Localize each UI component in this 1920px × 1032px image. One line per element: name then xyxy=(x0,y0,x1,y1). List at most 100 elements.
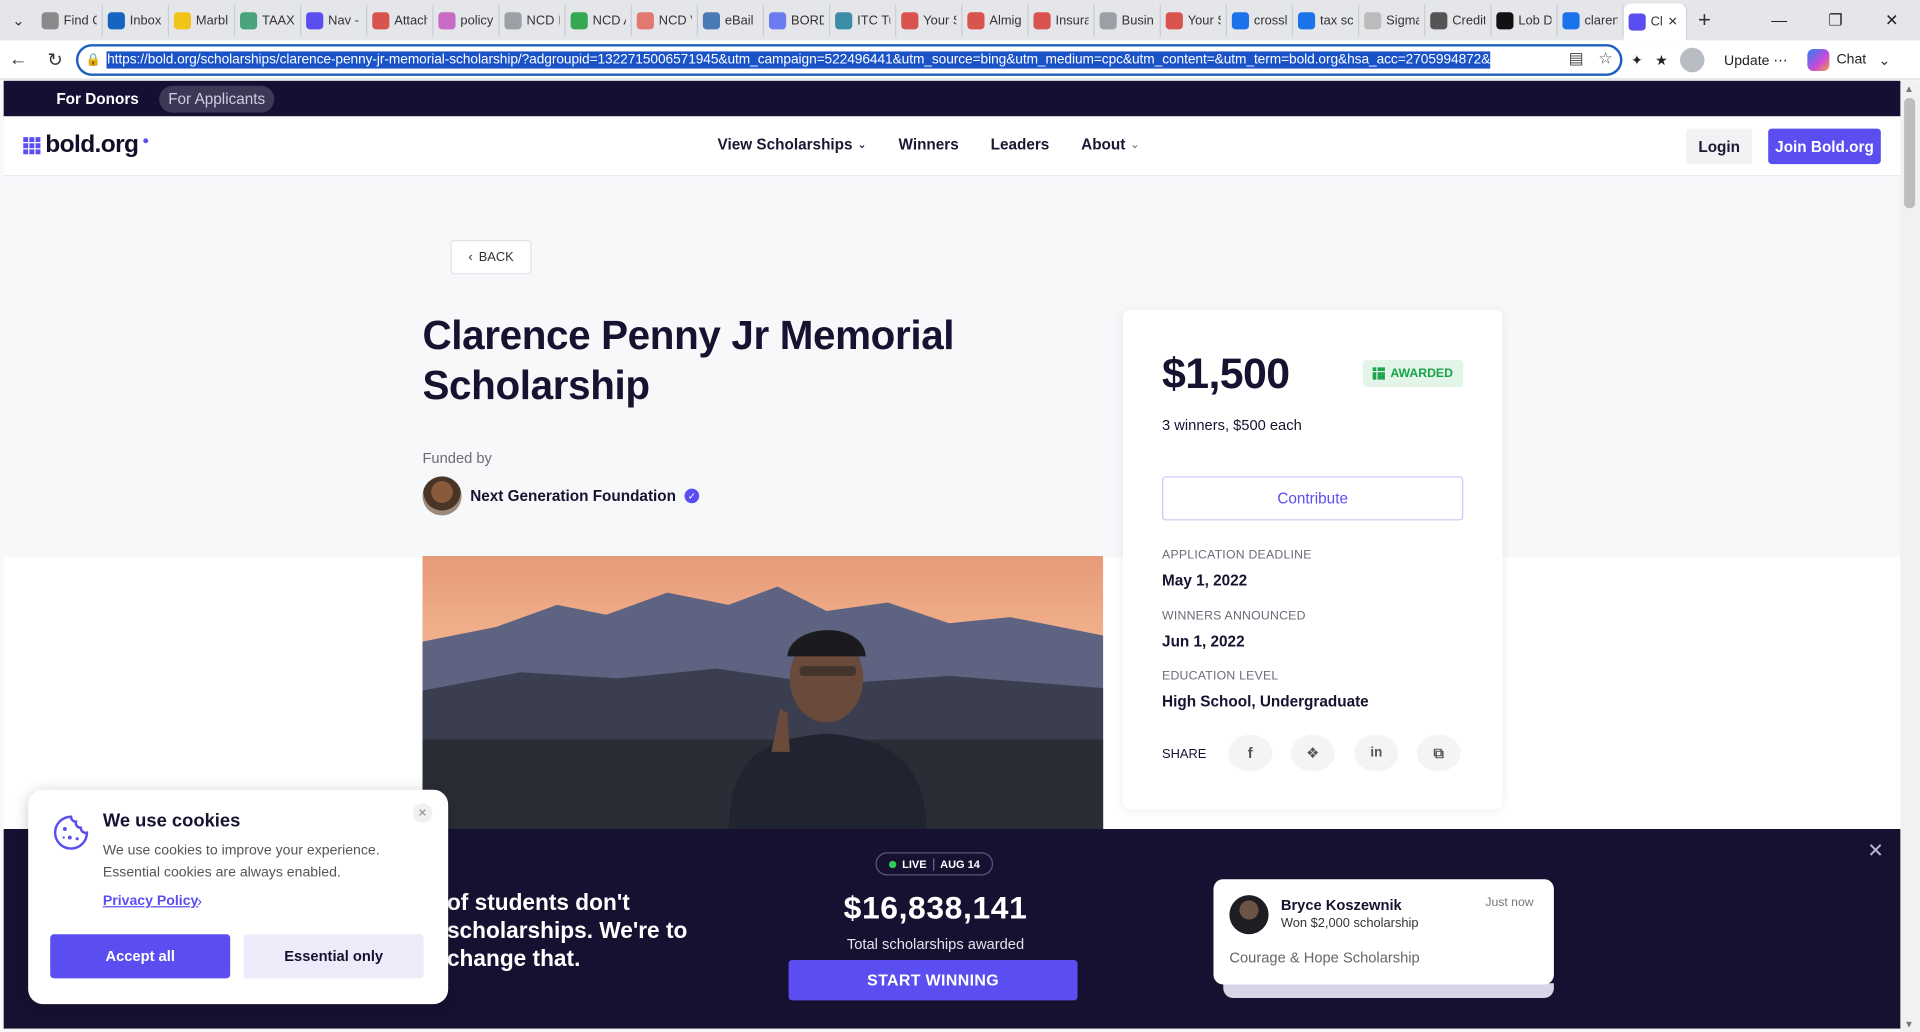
browser-tab[interactable]: NCD V xyxy=(632,4,698,37)
scroll-thumb[interactable] xyxy=(1904,97,1916,209)
scroll-down-arrow-icon[interactable]: ▼ xyxy=(1904,1019,1914,1030)
tab-favicon-icon xyxy=(901,11,919,29)
tab-favicon-icon xyxy=(306,11,324,29)
browser-tab[interactable]: Your S xyxy=(1161,4,1227,37)
winner-avatar xyxy=(1229,895,1269,935)
restore-icon[interactable]: ❐ xyxy=(1807,0,1863,40)
back-button[interactable]: ‹ BACK xyxy=(450,240,532,275)
browser-tab[interactable]: ITC Tu xyxy=(830,4,897,37)
browser-tab[interactable]: BORD xyxy=(764,4,831,37)
scroll-up-arrow-icon[interactable]: ▲ xyxy=(1904,83,1914,94)
extensions-icon[interactable]: ✦ xyxy=(1631,51,1643,69)
contribute-button[interactable]: Contribute xyxy=(1162,476,1464,521)
tab-label: NCD V xyxy=(658,12,692,28)
start-winning-button[interactable]: START WINNING xyxy=(788,960,1078,1001)
browser-tab[interactable]: Lob D xyxy=(1491,4,1558,37)
tab-list-chevron-icon[interactable]: ⌄ xyxy=(0,0,37,40)
url-actions: ▤ ☆ xyxy=(1569,49,1613,69)
copilot-chat-button[interactable]: Chat xyxy=(1807,48,1866,72)
browser-tab[interactable]: Inbox xyxy=(103,4,169,37)
browser-tab[interactable]: claren xyxy=(1558,4,1624,37)
login-button[interactable]: Login xyxy=(1686,128,1753,165)
tab-label: Cl xyxy=(1650,14,1663,30)
notification-time: Just now xyxy=(1485,896,1534,910)
url-text[interactable]: https://bold.org/scholarships/clarence-p… xyxy=(107,51,1491,69)
tab-label: Insura xyxy=(1055,12,1089,28)
browser-tab[interactable]: tax sc xyxy=(1293,4,1360,37)
favorites-list-icon[interactable]: ★ xyxy=(1655,51,1668,69)
nav-view-scholarships[interactable]: View Scholarships ⌄ xyxy=(718,136,867,153)
browser-tab[interactable]: Sigma xyxy=(1359,4,1426,37)
browser-tab[interactable]: NCD A xyxy=(566,4,632,37)
browser-tab[interactable]: Busin xyxy=(1095,4,1161,37)
funder-link[interactable]: Next Generation Foundation ✓ xyxy=(422,476,700,516)
sunset-mountain-photo xyxy=(422,555,1104,829)
tab-favicon-icon xyxy=(438,11,456,29)
browser-window: ⌄ Find C Inbox Marbl TAAX Nav - Attach policy N… xyxy=(0,0,1920,1032)
chevron-down-icon[interactable]: ⌄ xyxy=(1878,51,1890,69)
copy-link-icon[interactable]: ⧉ xyxy=(1416,734,1461,772)
update-button[interactable]: Update ⋯ xyxy=(1717,47,1795,74)
browser-tab[interactable]: policy xyxy=(433,4,500,37)
funder-avatar xyxy=(422,476,462,516)
for-applicants-link[interactable]: For Applicants xyxy=(159,85,274,113)
new-tab-plus-icon[interactable]: + xyxy=(1687,7,1721,33)
cookie-body: We use cookies to improve your experienc… xyxy=(102,843,380,881)
browser-tab[interactable]: crossl xyxy=(1227,4,1294,37)
browser-tab[interactable]: Cl ✕ xyxy=(1623,3,1688,41)
browser-tab[interactable]: Nav - xyxy=(301,4,368,37)
close-tab-icon[interactable]: ✕ xyxy=(1668,15,1678,28)
facebook-icon[interactable]: f xyxy=(1228,734,1273,772)
browser-tab[interactable]: Insura xyxy=(1029,4,1095,37)
browser-tab[interactable]: eBail xyxy=(698,4,765,37)
tab-favicon-icon xyxy=(967,11,985,29)
privacy-policy-link[interactable]: Privacy Policy xyxy=(103,894,199,909)
minimize-icon[interactable]: — xyxy=(1751,0,1807,40)
education-label: EDUCATION LEVEL xyxy=(1162,669,1279,684)
browser-tab[interactable]: Attach xyxy=(367,4,434,37)
browser-tab[interactable]: Almig xyxy=(962,4,1029,37)
nav-leaders[interactable]: Leaders xyxy=(991,136,1050,153)
linkedin-icon[interactable]: in xyxy=(1354,734,1399,772)
close-cookie-icon[interactable]: ✕ xyxy=(412,803,433,823)
deadline-value: May 1, 2022 xyxy=(1162,571,1248,589)
chevron-right-icon: › xyxy=(197,892,203,910)
tab-favicon-icon xyxy=(107,11,125,29)
favorite-star-icon[interactable]: ☆ xyxy=(1598,49,1612,69)
share-label: SHARE xyxy=(1162,746,1207,762)
twitter-icon[interactable]: ❖ xyxy=(1290,734,1335,772)
page-scrollbar[interactable]: ▲ ▼ xyxy=(1900,80,1920,1032)
browser-tab[interactable]: NCD I xyxy=(500,4,566,37)
back-arrow-icon[interactable]: ← xyxy=(0,49,37,70)
nav-winners[interactable]: Winners xyxy=(899,136,959,153)
join-button[interactable]: Join Bold.org xyxy=(1768,128,1881,165)
tab-favicon-icon xyxy=(1165,11,1183,29)
close-window-icon[interactable]: ✕ xyxy=(1864,0,1920,40)
browser-tab[interactable]: Your S xyxy=(896,4,963,37)
site-header: bold.org View Scholarships ⌄ Winners Lead… xyxy=(3,116,1901,177)
tab-label: Your S xyxy=(923,12,956,28)
status-label: AWARDED xyxy=(1390,366,1453,381)
audience-switcher: For Donors For Applicants xyxy=(3,80,1901,117)
browser-tab[interactable]: Find C xyxy=(37,4,103,37)
profile-avatar[interactable] xyxy=(1679,47,1705,73)
reader-mode-icon[interactable]: ▤ xyxy=(1569,49,1584,69)
nav-about[interactable]: About ⌄ xyxy=(1081,136,1139,153)
url-field[interactable]: 🔒 https://bold.org/scholarships/clarence… xyxy=(75,44,1623,76)
close-banner-icon[interactable]: ✕ xyxy=(1867,839,1883,863)
reload-icon[interactable]: ↻ xyxy=(37,48,74,71)
tab-favicon-icon xyxy=(504,11,522,29)
browser-tab[interactable]: Marbl xyxy=(169,4,236,37)
essential-only-button[interactable]: Essential only xyxy=(243,934,424,979)
bold-logo[interactable]: bold.org xyxy=(23,131,149,159)
tab-label: Nav - xyxy=(328,12,359,28)
tab-label: NCD A xyxy=(592,12,626,28)
cookie-title: We use cookies xyxy=(102,810,241,832)
for-donors-link[interactable]: For Donors xyxy=(48,85,148,112)
browser-tab[interactable]: TAAX xyxy=(235,4,302,37)
live-date: AUG 14 xyxy=(940,857,980,871)
tab-strip: Find C Inbox Marbl TAAX Nav - Attach policy NCD… xyxy=(37,0,1688,41)
update-label: Update xyxy=(1724,53,1770,69)
browser-tab[interactable]: Credit xyxy=(1425,4,1492,37)
accept-all-button[interactable]: Accept all xyxy=(50,934,231,979)
